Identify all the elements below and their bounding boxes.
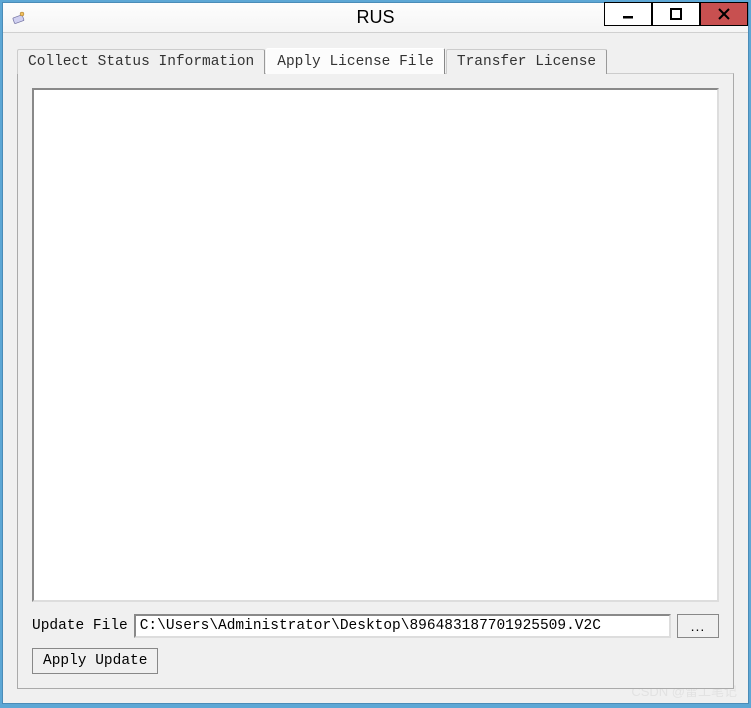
update-file-label: Update File — [32, 618, 128, 634]
window-title: RUS — [356, 7, 394, 28]
update-file-input[interactable] — [134, 614, 671, 638]
apply-update-button[interactable]: Apply Update — [32, 648, 158, 674]
app-window: RUS Collect Status Information Apply Lic… — [2, 2, 749, 704]
log-textarea[interactable] — [32, 88, 719, 602]
maximize-button[interactable] — [652, 2, 700, 26]
titlebar: RUS — [3, 3, 748, 33]
tab-transfer-license[interactable]: Transfer License — [446, 49, 607, 74]
update-file-row: Update File ... — [32, 614, 719, 638]
tab-strip: Collect Status Information Apply License… — [17, 47, 734, 73]
tab-apply-license[interactable]: Apply License File — [266, 48, 445, 74]
tab-panel-apply: Update File ... Apply Update — [17, 73, 734, 689]
client-area: Collect Status Information Apply License… — [3, 33, 748, 703]
window-controls — [604, 3, 748, 32]
tab-collect-status[interactable]: Collect Status Information — [17, 49, 265, 74]
minimize-button[interactable] — [604, 2, 652, 26]
browse-button[interactable]: ... — [677, 614, 719, 638]
app-icon — [11, 10, 27, 26]
close-button[interactable] — [700, 2, 748, 26]
